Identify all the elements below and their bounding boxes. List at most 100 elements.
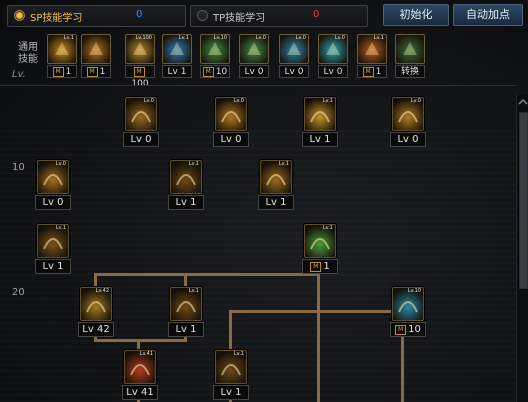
tree-skill-l[interactable]: Lv.10 M 10 [390,287,426,338]
skill-icon[interactable]: Lv.0 [279,34,309,64]
skill-level-box: Lv 1 [258,195,294,210]
tree-skill-f[interactable]: Lv.1 Lv 1 [168,160,204,211]
skill-icon[interactable]: Lv.10 [392,287,424,321]
skill-level-box: Lv 1 [213,385,249,400]
common-skill-7[interactable]: Lv.0 Lv 0 [279,34,309,79]
tree-connector [94,273,97,287]
tree-skill-g[interactable]: Lv.1 Lv 1 [258,160,294,211]
tree-connector [229,310,232,350]
sp-count: 0 [136,9,143,20]
tab-tp-skill[interactable]: TP技能学习 0 [190,5,368,27]
skill-icon[interactable]: Lv.0 [392,97,424,131]
skill-icon[interactable]: Lv.1 [304,224,336,258]
skill-level-box: Lv 42 [78,322,114,337]
skill-level-box: M1 [81,65,111,78]
skill-icon[interactable]: Lv.1 [357,34,387,64]
tree-connector [229,310,404,313]
common-lv-note: Lv. [12,69,26,80]
skill-level-value: 100 [131,79,149,89]
skill-level-box: M 100 [125,65,155,89]
tree-connector [94,273,318,276]
master-badge-icon: M [52,67,64,77]
tree-skill-a[interactable]: Lv.0 Lv 0 [123,97,159,148]
skill-level-value: Lv 1 [265,197,287,208]
tree-skill-n[interactable]: Lv.1 Lv 1 [213,350,249,401]
skill-icon[interactable]: Lv.1 [215,350,247,384]
tab-sp-label: SP技能学习 [30,13,83,24]
skill-icon[interactable]: Lv.0 [318,34,348,64]
sp-radio-icon[interactable] [14,10,25,21]
skill-level-box: Lv 0 [239,65,269,78]
skill-level-value: 转换 [400,67,419,77]
reset-button[interactable]: 初始化 [383,4,449,26]
master-badge-icon: M [395,325,407,335]
skill-icon[interactable]: Lv.1 [170,287,202,321]
scroll-up-icon[interactable] [518,97,528,107]
tp-count: 0 [313,9,320,20]
skill-level-box: Lv 1 [35,259,71,274]
skill-level-box: Lv 0 [318,65,348,78]
skill-icon[interactable]: Lv.1 [170,160,202,194]
row-label-10: 10 [12,162,25,173]
skill-level-box: Lv 0 [279,65,309,78]
skill-icon[interactable]: Lv.10 [200,34,230,64]
skill-level-value: Lv 0 [284,67,304,77]
master-badge-icon: M [86,67,98,77]
common-skill-2[interactable]: M1 [81,34,111,79]
common-skill-1[interactable]: Lv.1 M 1 [47,34,77,79]
skill-level-value: Lv 0 [42,197,64,208]
skill-icon[interactable]: Lv.0 [215,97,247,131]
tree-connector [94,339,187,342]
common-skill-9[interactable]: Lv.1 M 1 [357,34,387,79]
divider [0,85,516,86]
skill-icon[interactable]: Lv.0 [125,97,157,131]
skill-icon[interactable]: Lv.1 [37,224,69,258]
skill-level-value: Lv 0 [244,67,264,77]
skill-icon[interactable]: Lv.1 [162,34,192,64]
scrollbar[interactable] [516,95,528,402]
skill-icon[interactable]: Lv.0 [239,34,269,64]
tree-skill-j[interactable]: Lv.42 Lv 42 [78,287,114,338]
common-skill-4[interactable]: Lv.1 Lv 1 [162,34,192,79]
tree-skill-b[interactable]: Lv.0 Lv 0 [213,97,249,148]
tree-skill-c[interactable]: Lv.1 Lv 1 [302,97,338,148]
skill-level-value: Lv 41 [126,387,154,398]
tree-skill-d[interactable]: Lv.0 Lv 0 [390,97,426,148]
skill-level-box: Lv 0 [35,195,71,210]
common-skill-3[interactable]: Lv.100 M 100 [125,34,155,89]
skill-level-value: Lv 42 [82,324,110,335]
auto-assign-button[interactable]: 自动加点 [453,4,523,26]
skill-level-value: Lv 1 [167,67,187,77]
skill-icon[interactable]: Lv.1 [47,34,77,64]
tree-skill-h[interactable]: Lv.1 Lv 1 [35,224,71,275]
skill-icon[interactable] [395,34,425,64]
tp-radio-icon[interactable] [197,10,208,21]
skill-icon[interactable]: Lv.42 [80,287,112,321]
skill-level-value: Lv 0 [220,134,242,145]
tab-sp-skill[interactable]: SP技能学习 0 [7,5,186,27]
common-skill-8[interactable]: Lv.0 Lv 0 [318,34,348,79]
skill-icon[interactable]: Lv.41 [124,350,156,384]
tree-skill-k[interactable]: Lv.1 Lv 1 [168,287,204,338]
tree-skill-i[interactable]: Lv.1 M 1 [302,224,338,275]
scroll-thumb[interactable] [519,112,528,289]
skill-icon[interactable]: Lv.1 [304,97,336,131]
skill-level-box: Lv 0 [390,132,426,147]
common-skills-label: 通用技能 [18,42,38,65]
row-label-20: 20 [12,287,25,298]
skill-level-box: Lv 0 [123,132,159,147]
skill-level-value: 10 [215,67,228,77]
skill-level-box: M 10 [390,322,426,337]
common-skill-6[interactable]: Lv.0 Lv 0 [239,34,269,79]
skill-icon[interactable]: Lv.1 [260,160,292,194]
skill-level-value: Lv 1 [309,134,331,145]
tree-skill-m[interactable]: Lv.41 Lv 41 [122,350,158,401]
tree-skill-e[interactable]: Lv.0 Lv 0 [35,160,71,211]
common-skill-5[interactable]: Lv.10 M 10 [200,34,230,79]
skill-level-box: Lv 1 [168,195,204,210]
common-skill-10[interactable]: 转换 [395,34,425,79]
skill-icon[interactable]: Lv.0 [37,160,69,194]
skill-icon[interactable]: Lv.100 [125,34,155,64]
skill-level-value: 1 [65,67,72,77]
skill-icon[interactable] [81,34,111,64]
